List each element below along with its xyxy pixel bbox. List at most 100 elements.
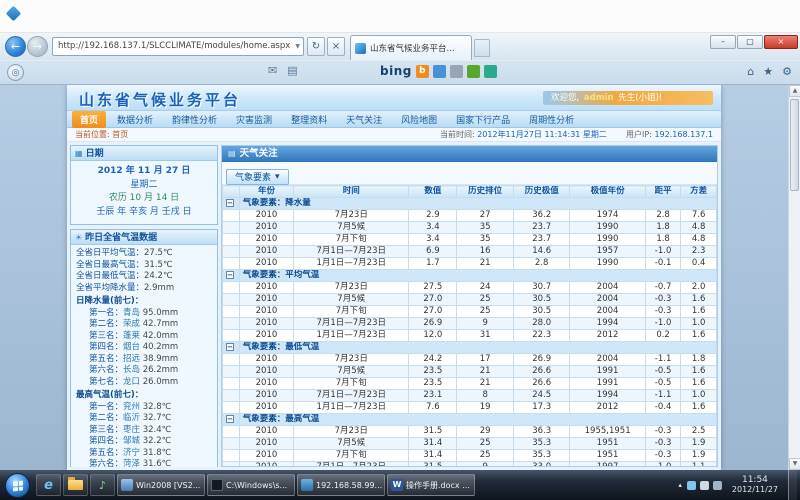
mail-icon[interactable]: ✉ [268,64,277,77]
table-cell: -1.0 [645,318,681,330]
nav-item-2[interactable]: 韵律性分析 [164,111,225,128]
nav-item-5[interactable]: 天气关注 [338,111,390,128]
scroll-up-icon[interactable]: ▲ [789,85,800,97]
table-row[interactable]: 20107月下旬27.02530.52004-0.31.6 [223,306,717,318]
address-dropdown-icon[interactable]: ▼ [295,38,300,55]
close-button[interactable]: × [764,35,798,49]
table-row[interactable]: 20101月1日—7月23日12.03122.320120.21.6 [223,330,717,342]
taskbar-task-3[interactable]: W操作手册.docx ... [387,474,475,496]
table-group-row[interactable]: −气象要素：最高气温 [223,414,717,426]
address-bar[interactable]: http://192.168.137.1/SLCCLIMATE/modules/… [52,37,304,56]
show-desktop-button[interactable] [788,470,797,500]
maximize-button[interactable]: ▢ [737,35,763,49]
page-scrollbar[interactable]: ▲ ▼ [788,85,800,470]
table-cell: 33.0 [513,462,570,467]
nav-item-6[interactable]: 风险地图 [393,111,445,128]
nav-item-8[interactable]: 周期性分析 [521,111,582,128]
table-row[interactable]: 20107月5候3.43523.719901.84.8 [223,222,717,234]
table-cell: 27.0 [409,294,457,306]
table-row[interactable]: 20101月1日—7月23日7.61917.32012-0.41.6 [223,402,717,414]
tools-gear-icon[interactable]: ⚙ [782,65,792,78]
scrollbar-thumb[interactable] [790,99,799,191]
stop-icon[interactable]: × [327,37,345,56]
update-tray-icon[interactable] [687,481,696,490]
nav-item-0[interactable]: 首页 [72,111,106,128]
table-row[interactable]: 20107月5候27.02530.52004-0.31.6 [223,294,717,306]
collapse-icon[interactable]: − [226,271,234,279]
taskbar-task-0[interactable]: Win2008 [VS2... [117,474,205,496]
volume-tray-icon[interactable] [713,481,722,490]
table-row[interactable]: 20107月23日31.52936.31955,1951-0.32.5 [223,426,717,438]
ie-taskbar-icon[interactable]: e [36,474,61,496]
collapse-icon[interactable]: − [226,343,234,351]
table-row[interactable]: 20107月23日27.52430.72004-0.72.0 [223,282,717,294]
table-cell: 28.0 [513,318,570,330]
browser-forward-button[interactable]: → [27,36,48,57]
nav-item-3[interactable]: 灾害监测 [228,111,280,128]
browser-tab[interactable]: 山东省气候业务平台... [350,35,472,60]
table-group-row[interactable]: −气象要素：降水量 [223,198,717,210]
camera-icon[interactable] [433,65,446,78]
table-toolbar: 气象要素 ▾ [222,162,717,185]
taskbar-task-2[interactable]: 192.168.58.99... [297,474,385,496]
chat-icon[interactable] [484,65,497,78]
refresh-icon[interactable]: ↻ [307,37,325,56]
table-cell: 24.5 [513,390,570,402]
table-header-cell: 距平 [645,186,681,198]
compass-icon[interactable]: ◎ [7,64,24,81]
table-row[interactable]: 20107月下旬23.52126.61991-0.51.6 [223,378,717,390]
table-row[interactable]: 20107月下旬31.42535.31951-0.31.9 [223,450,717,462]
collapse-icon[interactable]: − [226,415,234,423]
page-icon[interactable]: ▤ [287,64,297,77]
nav-item-7[interactable]: 国家下行产品 [448,111,518,128]
favorites-star-icon[interactable]: ★ [763,65,773,78]
table-group-row[interactable]: −气象要素：平均气温 [223,270,717,282]
home-icon[interactable]: ⌂ [747,65,754,78]
weather-rank-entry: 第七名：龙口 26.0mm [76,377,214,389]
taskbar-clock[interactable]: 11:54 2012/11/27 [727,475,783,495]
network-tray-icon[interactable] [700,481,709,490]
minimize-button[interactable]: – [710,35,736,49]
command-icons: ⌂ ★ ⚙ [747,65,792,78]
weather-summary-line: 全省日最高气温：31.5℃ [76,260,214,272]
media-player-taskbar-icon[interactable]: ♪ [90,474,115,496]
bing-b-icon[interactable]: b [416,65,429,78]
table-group-label: 气象要素：最高气温 [239,414,716,426]
tray-expand-icon[interactable]: ▴ [678,481,682,489]
table-cell: 1月1日—7月23日 [294,258,409,270]
table-cell: 2010 [239,450,293,462]
welcome-prefix: 欢迎您, [551,93,579,103]
table-cell: -0.3 [645,438,681,450]
table-row[interactable]: 20107月1日—7月23日23.1824.51994-1.11.0 [223,390,717,402]
element-dropdown-button[interactable]: 气象要素 ▾ [226,169,289,185]
taskbar-task-1[interactable]: C:\Windows\s... [207,474,295,496]
table-row[interactable]: 20107月1日—7月23日31.5933.01997-1.01.1 [223,462,717,467]
table-row[interactable]: 20107月1日—7月23日6.91614.61957-1.02.3 [223,246,717,258]
table-row[interactable]: 20107月23日2.92736.219742.87.6 [223,210,717,222]
paw-icon[interactable] [450,65,463,78]
table-row[interactable]: 20107月23日24.21726.92004-1.11.8 [223,354,717,366]
browser-back-button[interactable]: ← [5,36,26,57]
new-tab-button[interactable] [474,39,490,57]
table-cell: 1.0 [681,318,717,330]
clock-date: 2012/11/27 [732,485,778,495]
table-cell: -1.1 [645,354,681,366]
weather-section-title: 日降水量(前七)： [76,296,214,308]
nav-item-1[interactable]: 数据分析 [109,111,161,128]
table-row[interactable]: 20101月1日—7月23日1.7212.81990-0.10.4 [223,258,717,270]
collapse-icon[interactable]: − [226,199,234,207]
scroll-down-icon[interactable]: ▼ [789,458,800,470]
table-row[interactable]: 20107月5候31.42535.31951-0.31.9 [223,438,717,450]
table-cell: 1994 [570,318,645,330]
table-row[interactable]: 20107月下旬3.43523.719901.84.8 [223,234,717,246]
table-cell: 21 [457,366,514,378]
table-row[interactable]: 20107月1日—7月23日26.9928.01994-1.01.0 [223,318,717,330]
nav-item-4[interactable]: 整理资料 [283,111,335,128]
table-row[interactable]: 20107月5候23.52126.61991-0.51.6 [223,366,717,378]
table-cell: 7.6 [681,210,717,222]
leaf-icon[interactable] [467,65,480,78]
table-group-row[interactable]: −气象要素：最低气温 [223,342,717,354]
window-icon [6,6,22,22]
explorer-taskbar-icon[interactable] [63,474,88,496]
start-button[interactable] [5,473,30,498]
